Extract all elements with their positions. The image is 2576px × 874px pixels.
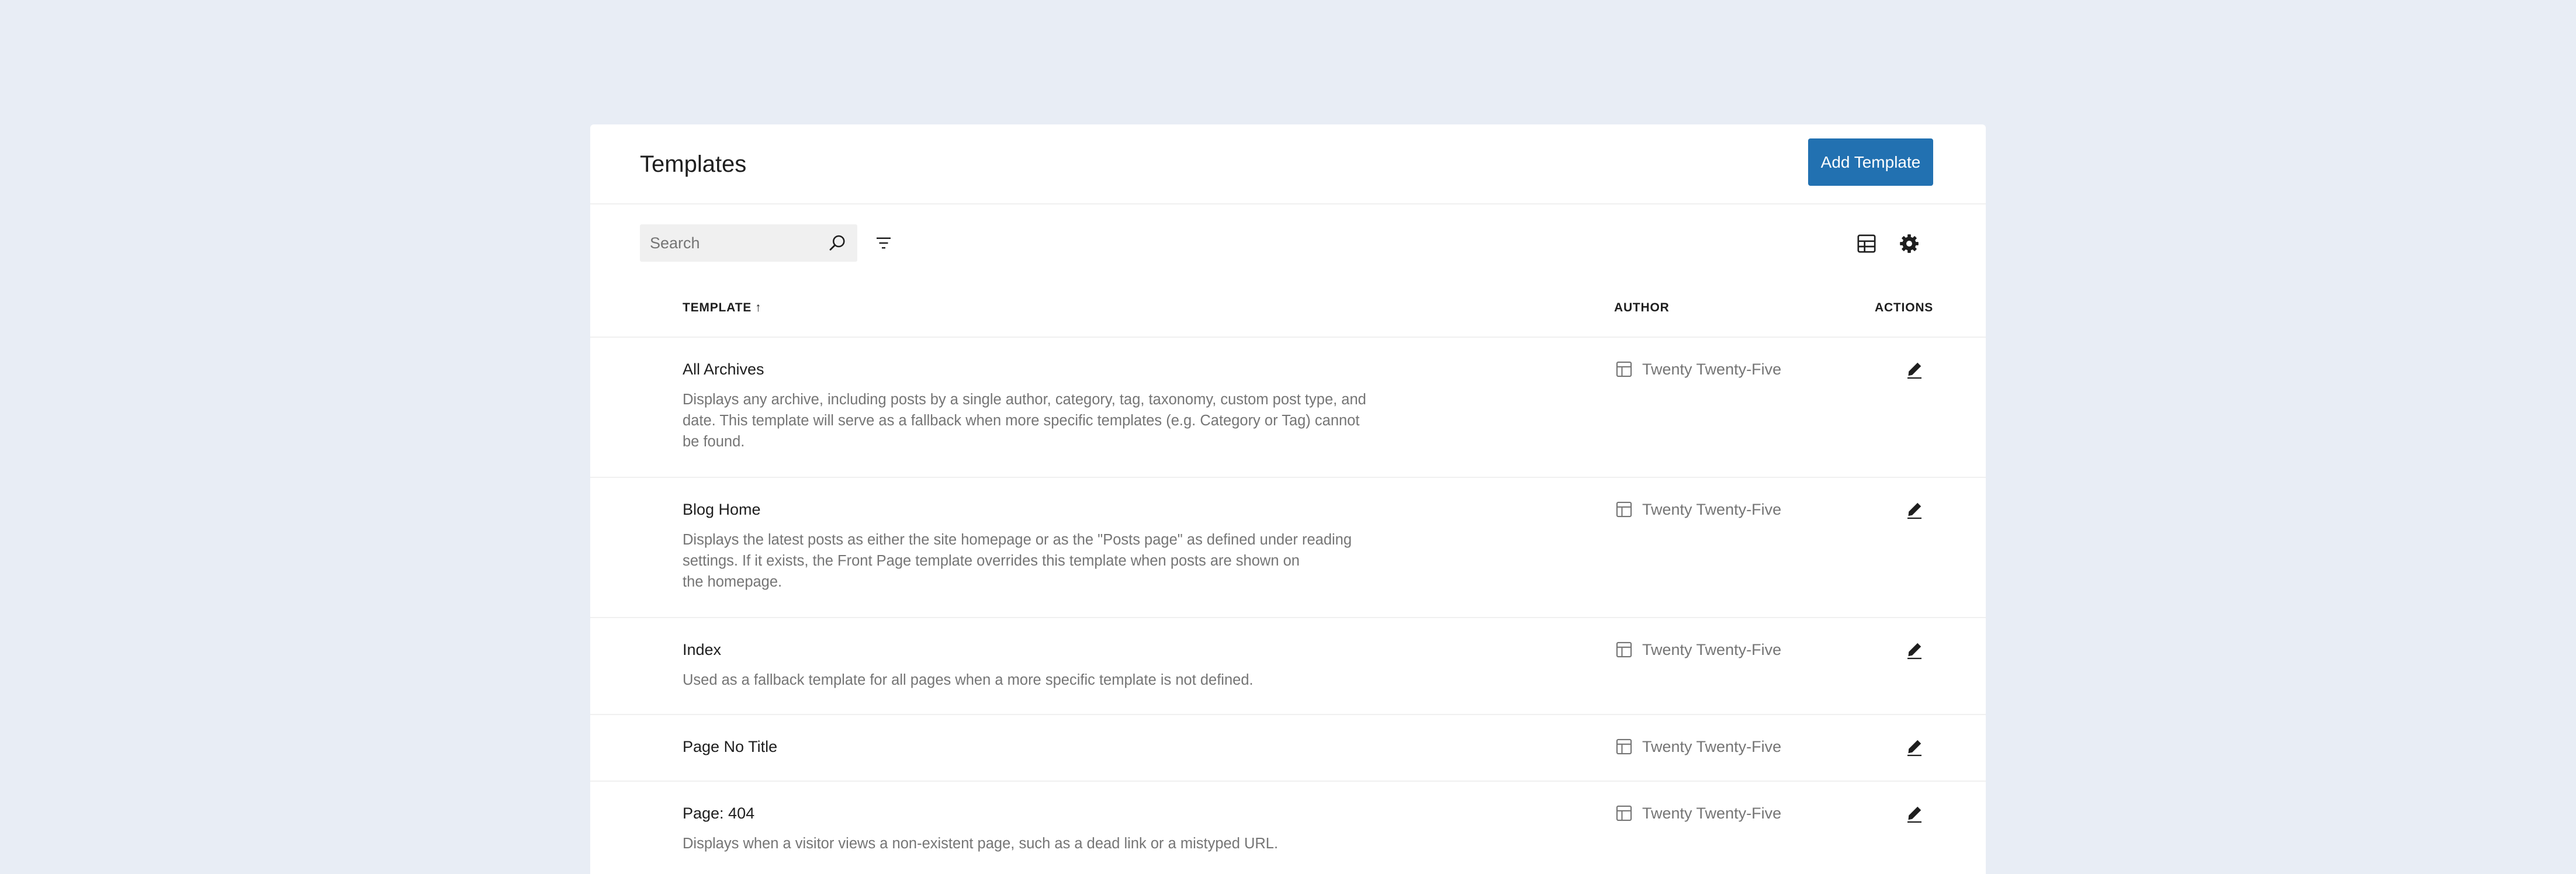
column-header-template[interactable]: TEMPLATE ↑ — [683, 301, 761, 315]
column-header-actions: ACTIONS — [1875, 301, 1934, 314]
add-template-button[interactable]: Add Template — [1808, 138, 1933, 186]
description-line: settings. If it exists, the Front Page t… — [683, 553, 1300, 569]
author-name: Twenty Twenty-Five — [1642, 804, 1782, 822]
page-title: Templates — [640, 151, 747, 177]
template-title[interactable]: Page No Title — [683, 736, 777, 757]
column-header-template-label: TEMPLATE — [683, 301, 752, 314]
column-header-author[interactable]: AUTHOR — [1614, 301, 1670, 315]
template-description: Used as a fallback template for all page… — [683, 670, 1436, 691]
table-row: Page: 404 Displays when a visitor views … — [590, 782, 1986, 874]
theme-layout-icon — [1616, 805, 1632, 821]
description-line: Displays when a visitor views a non-exis… — [683, 835, 1279, 852]
table-row: All Archives Displays any archive, inclu… — [590, 338, 1986, 478]
description-line: Displays the latest posts as either the … — [683, 532, 1352, 548]
panel-header: Templates Add Template — [590, 124, 1986, 204]
template-description: Displays when a visitor views a non-exis… — [683, 833, 1436, 854]
pencil-icon[interactable] — [1904, 803, 1925, 824]
author-name: Twenty Twenty-Five — [1642, 360, 1782, 378]
pencil-icon[interactable] — [1904, 359, 1925, 380]
search-input[interactable] — [640, 224, 815, 262]
template-title[interactable]: Blog Home — [683, 499, 761, 520]
description-line: the homepage. — [683, 574, 783, 590]
template-title[interactable]: Index — [683, 639, 721, 660]
sort-ascending-icon: ↑ — [755, 301, 762, 314]
gear-icon[interactable] — [1898, 232, 1921, 255]
pencil-icon[interactable] — [1904, 736, 1925, 757]
description-line: be found. — [683, 433, 745, 450]
pencil-icon[interactable] — [1904, 499, 1925, 520]
table-layout-icon[interactable] — [1855, 232, 1878, 255]
theme-layout-icon — [1616, 501, 1632, 518]
author-name: Twenty Twenty-Five — [1642, 501, 1782, 518]
template-title[interactable]: Page: 404 — [683, 803, 754, 824]
author-name: Twenty Twenty-Five — [1642, 738, 1782, 755]
description-line: Displays any archive, including posts by… — [683, 391, 1366, 408]
table-row: Page No Title Twenty Twenty-Five — [590, 715, 1986, 782]
toolbar — [590, 204, 1986, 262]
template-description: Displays the latest posts as either the … — [683, 529, 1436, 592]
templates-panel: Templates Add Template Search TEMPLATE ↑… — [590, 124, 1986, 874]
table-row: Blog Home Displays the latest posts as e… — [590, 478, 1986, 618]
theme-layout-icon — [1616, 738, 1632, 755]
description-line: Used as a fallback template for all page… — [683, 672, 1254, 688]
table-row: Index Used as a fallback template for al… — [590, 618, 1986, 715]
filter-icon[interactable] — [873, 233, 894, 254]
theme-layout-icon — [1616, 641, 1632, 658]
pencil-icon[interactable] — [1904, 639, 1925, 660]
search-icon[interactable] — [827, 233, 848, 254]
theme-layout-icon — [1616, 361, 1632, 377]
template-title[interactable]: All Archives — [683, 359, 764, 380]
description-line: date. This template will serve as a fall… — [683, 412, 1360, 429]
author-name: Twenty Twenty-Five — [1642, 641, 1782, 658]
template-description: Displays any archive, including posts by… — [683, 389, 1436, 452]
search-box — [640, 224, 857, 262]
